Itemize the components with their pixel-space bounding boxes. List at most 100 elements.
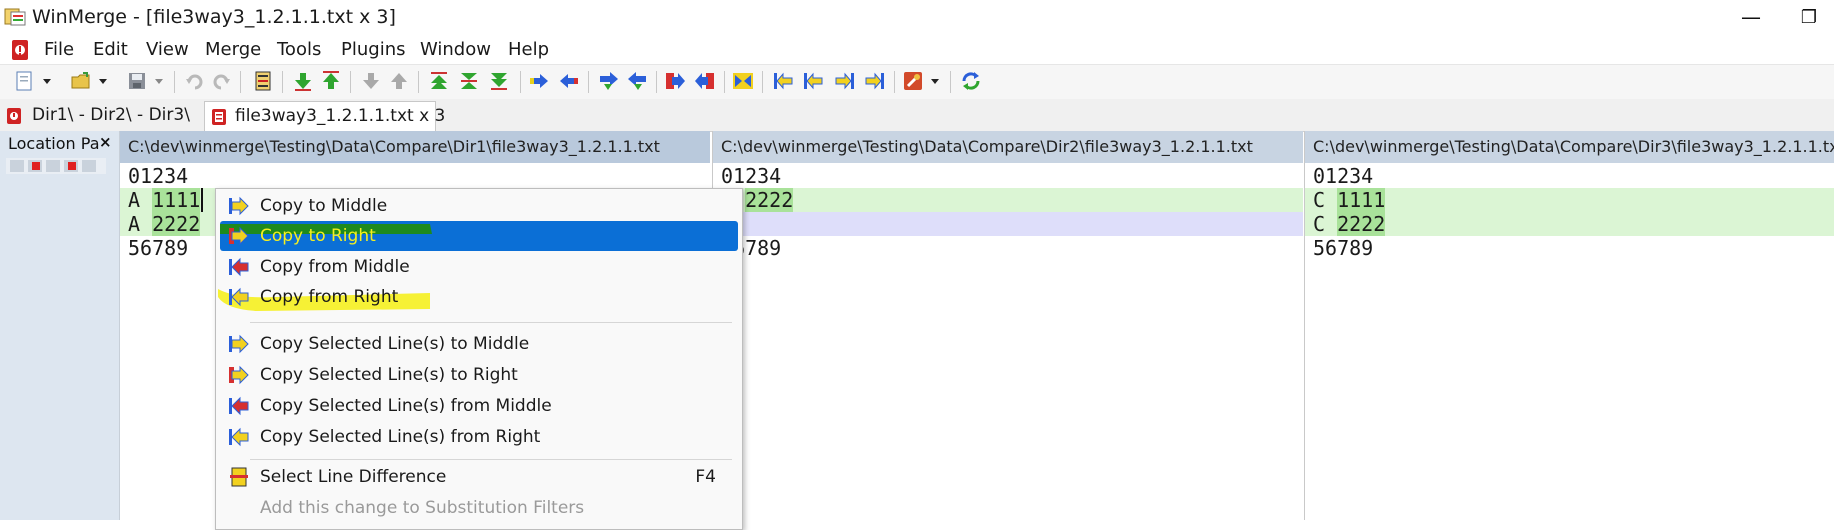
left-pane-path: C:\dev\winmerge\Testing\Data\Compare\Dir… xyxy=(120,131,710,163)
winmerge-app-icon xyxy=(4,8,26,26)
menu-help[interactable]: Help xyxy=(508,39,549,60)
copy-from-middle-icon[interactable] xyxy=(802,70,824,92)
copy-to-right-icon xyxy=(229,226,249,246)
chevron-down-icon[interactable] xyxy=(40,70,54,92)
location-pane[interactable]: Location Pa × xyxy=(0,131,120,520)
undo-icon[interactable] xyxy=(184,70,206,92)
code-line[interactable]: 01234 xyxy=(1305,164,1834,188)
copy-left-advance-icon[interactable] xyxy=(626,70,648,92)
menu-item-copy-lines-to-middle[interactable]: Copy Selected Line(s) to Middle xyxy=(220,329,738,359)
menu-item-label: Copy to Right xyxy=(260,226,376,246)
copy-lines-from-right-icon xyxy=(229,427,249,447)
menu-item-shortcut: F4 xyxy=(695,467,716,487)
diff-word: 2222 xyxy=(1337,212,1386,236)
right-pane[interactable]: C:\dev\winmerge\Testing\Data\Compare\Dir… xyxy=(1304,131,1834,520)
restore-button[interactable]: ❐ xyxy=(1786,2,1832,34)
menu-item-copy-to-right[interactable]: Copy to Right xyxy=(220,221,738,251)
menu-item-add-substitution-filter: Add this change to Substitution Filters xyxy=(220,493,738,523)
menu-edit[interactable]: Edit xyxy=(93,39,128,60)
menu-plugins[interactable]: Plugins xyxy=(341,39,405,60)
menu-separator xyxy=(250,322,732,323)
menu-item-label: Copy Selected Line(s) to Right xyxy=(260,365,518,385)
diff-word: 2222 xyxy=(745,188,794,212)
tab-dir-compare[interactable]: Dir1\ - Dir2\ - Dir3\ xyxy=(0,101,200,130)
menu-item-select-line-difference[interactable]: Select Line Difference F4 xyxy=(220,462,738,492)
minimize-button[interactable]: — xyxy=(1728,2,1774,34)
location-map[interactable] xyxy=(6,158,106,174)
code-line[interactable]: 56789 xyxy=(1305,236,1834,260)
chevron-down-icon[interactable] xyxy=(152,70,166,92)
line-prefix: A xyxy=(128,188,153,212)
next-diff-icon[interactable] xyxy=(292,70,314,92)
menu-item-label: Select Line Difference xyxy=(260,467,447,487)
menu-bar: File Edit View Merge Tools Plugins Windo… xyxy=(0,36,1834,64)
chevron-down-icon[interactable] xyxy=(96,70,110,92)
copy-all-middle-icon[interactable] xyxy=(732,70,754,92)
menu-item-copy-lines-to-right[interactable]: Copy Selected Line(s) to Right xyxy=(220,360,738,390)
copy-to-middle-icon xyxy=(229,196,249,216)
tab-label: Dir1\ - Dir2\ - Dir3\ xyxy=(32,105,190,125)
line-prefix: C xyxy=(1313,212,1338,236)
menu-window[interactable]: Window xyxy=(420,39,491,60)
plugins-tools-icon[interactable] xyxy=(902,70,924,92)
toolbar xyxy=(0,64,1834,100)
copy-to-left-icon[interactable] xyxy=(558,70,580,92)
menu-item-copy-from-right[interactable]: Copy from Right xyxy=(220,282,738,312)
tab-file-compare[interactable]: file3way3_1.2.1.1.txt x 3 xyxy=(204,101,445,131)
save-icon[interactable] xyxy=(126,70,148,92)
copy-lines-to-middle-icon xyxy=(229,334,249,354)
refresh-icon[interactable] xyxy=(960,70,982,92)
copy-to-middle-icon[interactable] xyxy=(834,70,856,92)
prev-conflict-icon[interactable] xyxy=(388,70,410,92)
diff-word: 1111 xyxy=(152,188,201,212)
menu-file[interactable]: File xyxy=(44,39,74,60)
tab-bar: Dir1\ - Dir2\ - Dir3\ file3way3_1.2.1.1.… xyxy=(0,99,1834,132)
menu-view[interactable]: View xyxy=(146,39,189,60)
code-line[interactable]: B 2222 xyxy=(713,188,1303,212)
open-folder-icon[interactable] xyxy=(70,70,92,92)
code-line[interactable]: 01234 xyxy=(120,164,710,188)
menu-item-copy-from-middle[interactable]: Copy from Middle xyxy=(220,252,738,282)
copy-lines-to-right-icon xyxy=(229,365,249,385)
menu-item-label: Copy to Middle xyxy=(260,196,388,216)
right-pane-path: C:\dev\winmerge\Testing\Data\Compare\Dir… xyxy=(1305,131,1834,163)
menu-item-copy-lines-from-middle[interactable]: Copy Selected Line(s) from Middle xyxy=(220,391,738,421)
options-icon[interactable] xyxy=(252,70,274,92)
copy-from-middle-icon xyxy=(229,257,249,277)
menu-merge[interactable]: Merge xyxy=(205,39,261,60)
window-title: WinMerge - [file3way3_1.2.1.1.txt x 3] xyxy=(32,6,396,28)
code-line[interactable]: C 1111 xyxy=(1305,188,1834,212)
current-diff-icon[interactable] xyxy=(458,70,480,92)
menu-item-label: Copy Selected Line(s) to Middle xyxy=(260,334,530,354)
copy-from-left-icon[interactable] xyxy=(772,70,794,92)
menu-item-label: Add this change to Substitution Filters xyxy=(260,498,585,518)
title-bar: WinMerge - [file3way3_1.2.1.1.txt x 3] —… xyxy=(0,0,1834,36)
chevron-down-icon[interactable] xyxy=(928,70,942,92)
code-line[interactable]: 01234 xyxy=(713,164,1303,188)
first-diff-icon[interactable] xyxy=(428,70,450,92)
code-line[interactable]: 56789 xyxy=(713,236,1303,260)
copy-to-right-icon[interactable] xyxy=(528,70,550,92)
context-menu: Copy to Middle Copy to Right Copy from M… xyxy=(215,188,743,530)
last-diff-icon[interactable] xyxy=(488,70,510,92)
new-document-icon[interactable] xyxy=(14,70,36,92)
menu-item-copy-to-middle[interactable]: Copy to Middle xyxy=(220,191,738,221)
copy-all-left-icon[interactable] xyxy=(694,70,716,92)
close-icon[interactable]: × xyxy=(99,133,112,151)
copy-right-advance-icon[interactable] xyxy=(598,70,620,92)
middle-pane[interactable]: C:\dev\winmerge\Testing\Data\Compare\Dir… xyxy=(712,131,1303,520)
copy-to-right-end-icon[interactable] xyxy=(864,70,886,92)
code-line[interactable] xyxy=(713,212,1303,236)
document-icon[interactable] xyxy=(10,39,30,61)
menu-item-copy-lines-from-right[interactable]: Copy Selected Line(s) from Right xyxy=(220,422,738,452)
code-line[interactable]: C 2222 xyxy=(1305,212,1834,236)
location-pane-header: Location Pa × xyxy=(0,131,119,156)
copy-from-right-icon xyxy=(229,287,249,307)
next-conflict-icon[interactable] xyxy=(360,70,382,92)
menu-tools[interactable]: Tools xyxy=(277,39,321,60)
menu-item-label: Copy Selected Line(s) from Right xyxy=(260,427,541,447)
text-cursor xyxy=(201,188,204,212)
redo-icon[interactable] xyxy=(210,70,232,92)
prev-diff-icon[interactable] xyxy=(320,70,342,92)
copy-all-right-icon[interactable] xyxy=(664,70,686,92)
